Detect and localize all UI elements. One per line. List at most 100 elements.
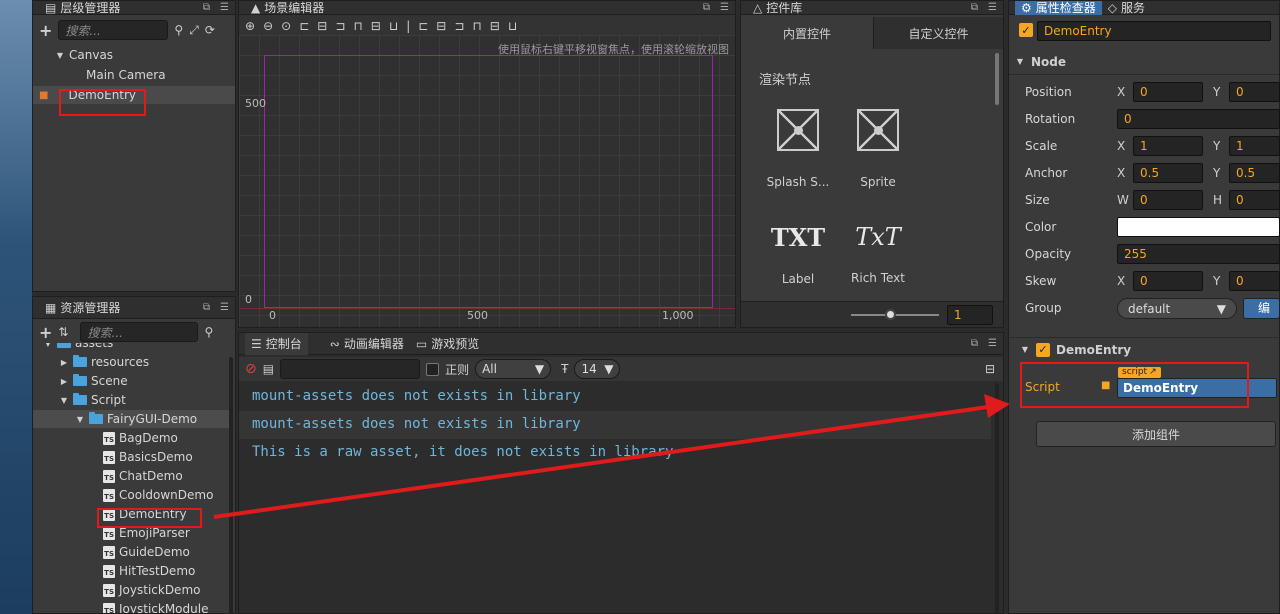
tree-item-main-camera[interactable]: Main Camera — [86, 66, 166, 84]
add-icon[interactable]: + — [39, 21, 52, 40]
log-level-select[interactable]: All ▼ — [475, 359, 552, 379]
distribute-left-icon[interactable]: ⊏ — [418, 19, 428, 33]
rotation-input[interactable]: 0 — [1117, 109, 1280, 129]
add-component-button[interactable]: 添加组件 — [1036, 421, 1276, 447]
tree-item-basicsdemo[interactable]: TS BasicsDemo — [103, 448, 193, 466]
tree-item-resources[interactable]: ▶ resources — [59, 353, 149, 371]
opacity-input[interactable]: 255 — [1117, 244, 1280, 264]
scale-y-input[interactable]: 1 — [1229, 136, 1280, 156]
tree-item-bagdemo[interactable]: TS BagDemo — [103, 429, 178, 447]
align-center-icon[interactable]: ⊟ — [317, 19, 327, 33]
maximize-icon[interactable]: ⧉ — [971, 338, 978, 350]
hierarchy-search-input[interactable]: 搜索... — [58, 20, 169, 40]
distribute-right-icon[interactable]: ⊐ — [454, 19, 464, 33]
skew-y-input[interactable]: 0 — [1229, 271, 1280, 291]
align-right-icon[interactable]: ⊐ — [335, 19, 345, 33]
node-section-header[interactable]: ▼ Node — [1009, 49, 1279, 75]
menu-icon[interactable]: ☰ — [988, 338, 997, 350]
zoom-out-icon[interactable]: ⊖ — [263, 19, 273, 33]
widget-library-tab[interactable]: △ 控件库 — [747, 1, 808, 15]
tree-item-script[interactable]: ▼ Script — [59, 391, 126, 409]
distribute-middle-icon[interactable]: ⊟ — [490, 19, 500, 33]
menu-icon[interactable]: ☰ — [220, 2, 229, 14]
align-top-icon[interactable]: ⊓ — [353, 19, 362, 33]
tree-item-joystickmodule[interactable]: TS JoystickModule — [103, 600, 208, 613]
zoom-value-input[interactable]: 1 — [947, 305, 993, 325]
anchor-y-input[interactable]: 0.5 — [1229, 163, 1280, 183]
size-h-input[interactable]: 0 — [1229, 190, 1280, 210]
zoom-reset-icon[interactable]: ⊙ — [281, 19, 291, 33]
expand-icon[interactable]: ⤢ — [189, 23, 199, 38]
menu-icon[interactable]: ☰ — [720, 2, 729, 14]
menu-icon[interactable]: ☰ — [220, 302, 229, 314]
console-scrollbar[interactable] — [995, 383, 999, 613]
tree-item-fairygui-demo[interactable]: ▼ FairyGUI-Demo — [33, 410, 229, 428]
add-icon[interactable]: + — [39, 323, 52, 342]
widget-scrollbar[interactable] — [995, 53, 999, 105]
collapse-icon[interactable]: ⊟ — [985, 362, 995, 376]
font-size-select[interactable]: 14 ▼ — [574, 359, 621, 379]
scene-editor-tab[interactable]: ▲ 场景编辑器 — [245, 1, 330, 15]
group-edit-button[interactable]: 编辑 — [1243, 298, 1280, 319]
zoom-slider-handle[interactable] — [885, 309, 896, 320]
maximize-icon[interactable]: ⧉ — [203, 2, 210, 14]
tree-item-joystickdemo[interactable]: TS JoystickDemo — [103, 581, 200, 599]
tree-item-cooldowndemo[interactable]: TS CooldownDemo — [103, 486, 213, 504]
align-bottom-icon[interactable]: ⊔ — [389, 19, 398, 33]
console-line: mount-assets does not exists in library — [252, 416, 581, 432]
assets-scrollbar[interactable] — [229, 357, 233, 613]
position-x-input[interactable]: 0 — [1133, 82, 1203, 102]
widget-sprite[interactable]: Sprite — [843, 107, 913, 191]
component-section-header[interactable]: ▼ ✓ DemoEntry — [1008, 337, 1280, 361]
scene-viewport[interactable]: 使用鼠标右键平移视窗焦点，使用滚轮缩放视图 500 0 0 500 1,000 — [239, 35, 735, 327]
tree-item-chatdemo[interactable]: TS ChatDemo — [103, 467, 183, 485]
sort-icon[interactable]: ⇅ — [58, 325, 68, 339]
position-y-input[interactable]: 0 — [1229, 82, 1280, 102]
regex-checkbox[interactable] — [426, 362, 440, 376]
node-active-checkbox[interactable]: ✓ — [1019, 23, 1033, 37]
size-w-input[interactable]: 0 — [1133, 190, 1203, 210]
component-enabled-checkbox[interactable]: ✓ — [1036, 342, 1050, 357]
menu-icon[interactable]: ☰ — [988, 2, 997, 14]
tab-services[interactable]: ◇ 服务 — [1102, 1, 1151, 15]
scale-x-input[interactable]: 1 — [1133, 136, 1203, 156]
maximize-icon[interactable]: ⧉ — [203, 302, 210, 314]
tab-builtin[interactable]: 内置控件 — [741, 17, 873, 49]
node-name-input[interactable]: DemoEntry — [1037, 21, 1271, 41]
distribute-center-icon[interactable]: ⊟ — [436, 19, 446, 33]
file-icon[interactable]: ▤ — [263, 362, 274, 376]
widget-label[interactable]: TXT Label — [763, 223, 833, 301]
distribute-bottom-icon[interactable]: ⊔ — [508, 19, 517, 33]
anchor-x-input[interactable]: 0.5 — [1133, 163, 1203, 183]
distribute-top-icon[interactable]: ⊓ — [472, 19, 481, 33]
zoom-in-icon[interactable]: ⊕ — [245, 19, 255, 33]
align-middle-icon[interactable]: ⊟ — [371, 19, 381, 33]
tree-item-hittestdemo[interactable]: TS HitTestDemo — [103, 562, 195, 580]
widget-rich-text[interactable]: TxT Rich Text — [843, 223, 913, 301]
clear-icon[interactable]: ⊘ — [245, 361, 257, 377]
color-swatch[interactable] — [1117, 217, 1280, 237]
skew-x-input[interactable]: 0 — [1133, 271, 1203, 291]
assets-search-input[interactable]: 搜索... — [80, 322, 199, 342]
refresh-icon[interactable]: ⟳ — [205, 23, 215, 37]
tab-game-preview[interactable]: ▭ 游戏预览 — [410, 333, 485, 355]
console-filter-input[interactable] — [280, 359, 421, 379]
tree-item-scene[interactable]: ▶ Scene — [59, 372, 128, 390]
search-icon[interactable]: ⚲ — [174, 23, 183, 37]
maximize-icon[interactable]: ⧉ — [971, 2, 978, 14]
align-left-icon[interactable]: ⊏ — [299, 19, 309, 33]
hierarchy-tab[interactable]: ▤ 层级管理器 — [39, 1, 126, 15]
tab-custom[interactable]: 自定义控件 — [873, 17, 1003, 49]
annotation-box-hierarchy — [59, 89, 146, 116]
group-select[interactable]: default ▼ — [1117, 298, 1237, 319]
tree-item-assets[interactable]: ▼ assets — [43, 343, 113, 352]
tab-inspector[interactable]: ⚙ 属性检查器 — [1015, 1, 1102, 15]
assets-tab[interactable]: ▦ 资源管理器 — [39, 297, 126, 319]
tree-item-canvas[interactable]: ▼ Canvas — [55, 46, 113, 64]
search-icon[interactable]: ⚲ — [204, 325, 213, 339]
tab-console[interactable]: ☰ 控制台 — [245, 333, 308, 355]
maximize-icon[interactable]: ⧉ — [703, 2, 710, 14]
widget-splash-sprite[interactable]: Splash S... — [763, 107, 833, 191]
tab-animation-editor[interactable]: ∾ 动画编辑器 — [324, 333, 410, 355]
tree-item-guidedemo[interactable]: TS GuideDemo — [103, 543, 190, 561]
